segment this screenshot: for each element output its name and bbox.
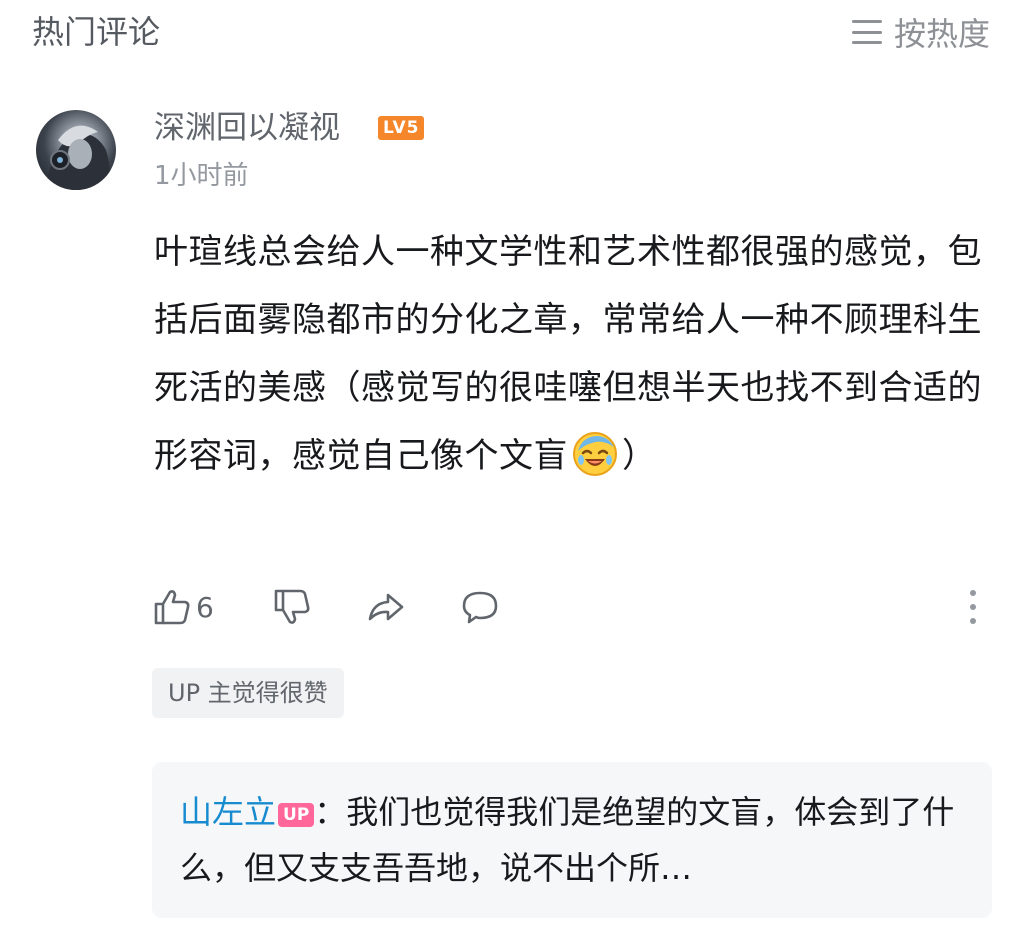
comment-text-main: 叶瑄线总会给人一种文学性和艺术性都很强的感觉，包括后面雾隐都市的分化之章，常常给… <box>154 232 982 476</box>
more-options-icon[interactable] <box>970 590 978 624</box>
comment-action-bar: 6 <box>152 584 992 630</box>
like-count: 6 <box>196 590 214 624</box>
like-button[interactable]: 6 <box>152 584 214 630</box>
sort-menu-icon <box>851 20 882 44</box>
comment-text: 叶瑄线总会给人一种文学性和艺术性都很强的感觉，包括后面雾隐都市的分化之章，常常给… <box>154 218 992 490</box>
reply-author[interactable]: 山左立 <box>180 793 276 831</box>
share-arrow-icon <box>368 593 404 621</box>
comment-bubble-icon <box>462 591 498 624</box>
thumbs-down-icon <box>274 589 310 624</box>
reply-preview[interactable]: 山左立 UP ：我们也觉得我们是绝望的文盲，体会到了什么，但又支支吾吾地，说不出个所… <box>152 762 992 918</box>
avatar[interactable] <box>36 110 116 190</box>
sort-by-heat-button[interactable]: 按热度 <box>851 10 990 54</box>
dislike-button[interactable] <box>272 584 312 630</box>
thumbs-up-icon <box>154 590 190 625</box>
level-badge: LV5 <box>378 116 425 140</box>
comment-text-end: ） <box>622 436 657 476</box>
up-badge: UP <box>278 803 315 827</box>
section-title: 热门评论 <box>32 13 161 51</box>
up-liked-tag: UP 主觉得很赞 <box>152 668 344 718</box>
sort-label: 按热度 <box>893 15 990 53</box>
username[interactable]: 深渊回以凝视 <box>154 106 340 150</box>
share-button[interactable] <box>366 584 406 630</box>
timestamp: 1小时前 <box>154 161 249 191</box>
reply-content: 山左立 UP ：我们也觉得我们是绝望的文盲，体会到了什么，但又支支吾吾地，说不出个所… <box>180 784 970 896</box>
laugh-cry-face-emoji <box>573 431 617 476</box>
reply-separator: ： <box>314 793 347 831</box>
avatar-image <box>46 125 111 190</box>
reply-button[interactable] <box>460 584 500 630</box>
